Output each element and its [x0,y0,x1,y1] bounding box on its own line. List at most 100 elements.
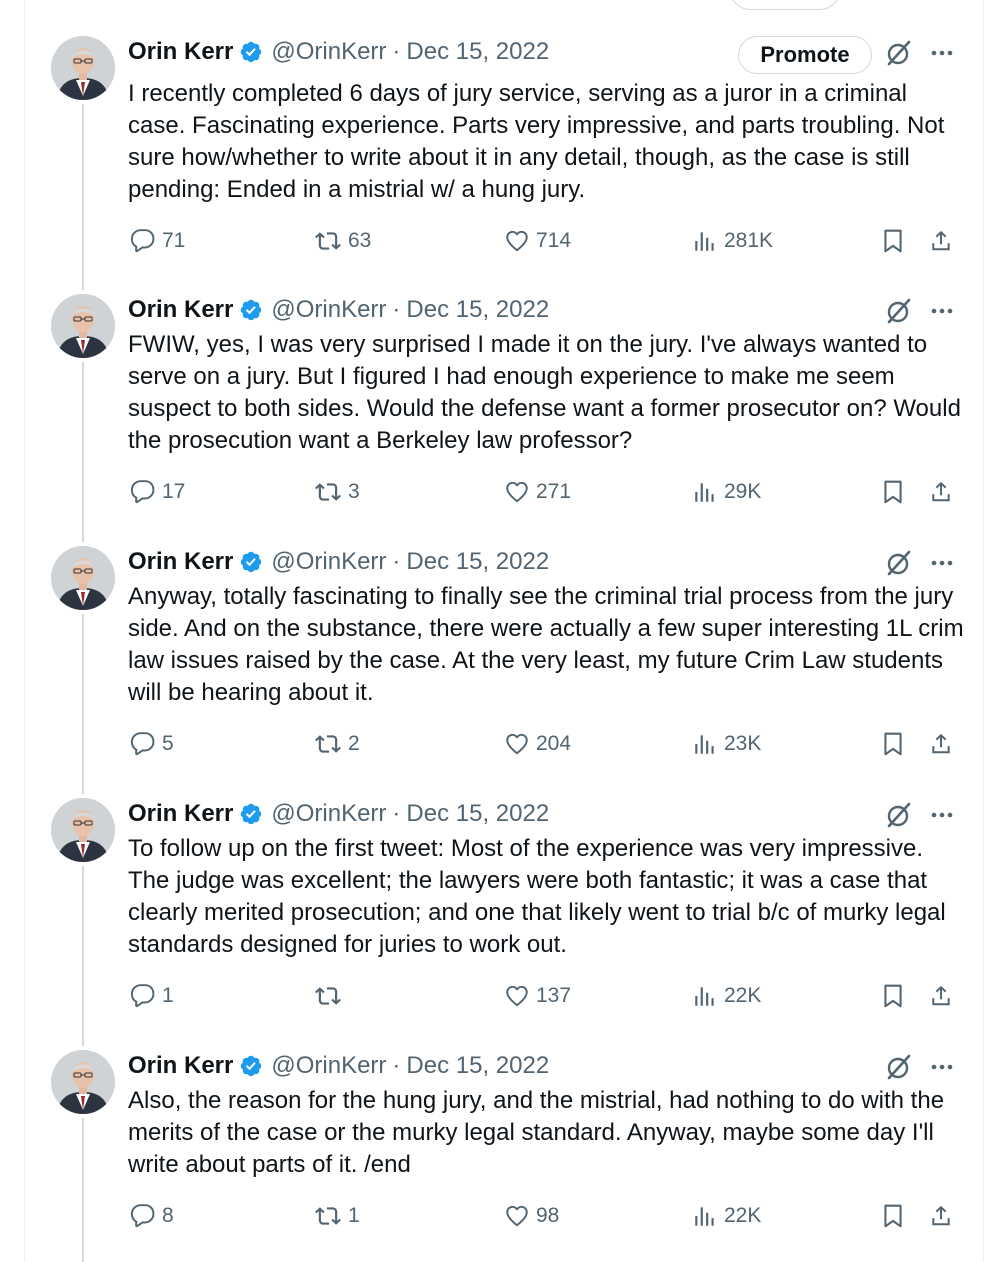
repost-button[interactable]: 2 [314,729,360,759]
grok-icon[interactable] [884,800,914,830]
like-count: 137 [536,984,572,1007]
repost-count: 3 [348,480,360,503]
avatar[interactable] [51,294,115,358]
bookmark-icon [884,732,902,756]
bookmark-button[interactable] [880,477,906,507]
reply-button[interactable]: 71 [130,226,185,256]
views-button[interactable]: 22K [692,1201,761,1231]
avatar[interactable] [51,546,115,610]
reply-count: 1 [162,984,174,1007]
share-button[interactable] [928,729,954,759]
share-button[interactable] [928,477,954,507]
share-button[interactable] [928,1201,954,1231]
reply-button[interactable]: 1 [130,981,174,1011]
views-button[interactable]: 22K [692,981,761,1011]
bookmark-button[interactable] [880,729,906,759]
views-button[interactable]: 29K [692,477,761,507]
reply-icon [130,480,155,504]
like-button[interactable]: 271 [504,477,571,507]
avatar[interactable] [51,36,115,100]
author-handle[interactable]: @OrinKerr [271,548,386,576]
author-name[interactable]: Orin Kerr [128,1052,233,1080]
like-icon [506,1205,528,1227]
tweet-date[interactable]: Dec 15, 2022 [406,1052,549,1080]
tweet-date[interactable]: Dec 15, 2022 [406,38,549,66]
tweet-actions: 17 3 271 29K [0,477,1004,507]
share-icon [932,481,950,502]
like-count: 271 [536,480,572,503]
reply-button[interactable]: 5 [130,729,174,759]
bookmark-button[interactable] [880,226,906,256]
top-button-partial[interactable] [730,0,840,10]
reply-count: 71 [162,229,186,252]
verified-badge-icon[interactable] [239,1054,263,1078]
separator-dot: · [392,1052,401,1079]
thread-line [82,104,84,290]
verified-badge-icon[interactable] [239,802,263,826]
repost-icon [315,987,341,1005]
repost-count: 2 [348,732,360,755]
author-name[interactable]: Orin Kerr [128,800,233,828]
author-handle[interactable]: @OrinKerr [271,800,386,828]
repost-button[interactable]: 63 [314,226,371,256]
grok-icon[interactable] [884,38,914,68]
more-icon[interactable] [928,296,956,326]
bookmark-button[interactable] [880,981,906,1011]
avatar[interactable] [51,1050,115,1114]
more-icon[interactable] [928,548,956,578]
author-handle[interactable]: @OrinKerr [271,38,386,66]
author-name[interactable]: Orin Kerr [128,548,233,576]
like-button[interactable]: 137 [504,981,571,1011]
tweet-date[interactable]: Dec 15, 2022 [406,800,549,828]
reply-icon [130,732,155,756]
author-handle[interactable]: @OrinKerr [271,1052,386,1080]
grok-icon[interactable] [884,1052,914,1082]
like-button[interactable]: 714 [504,226,571,256]
views-icon [695,987,714,1006]
repost-button[interactable]: 3 [314,477,360,507]
like-button[interactable]: 98 [504,1201,559,1231]
repost-icon [315,483,341,501]
author-name[interactable]: Orin Kerr [128,38,233,66]
reply-button[interactable]: 8 [130,1201,174,1231]
column-border-left [24,0,25,1262]
repost-icon [315,735,341,753]
verified-badge-icon[interactable] [239,550,263,574]
reply-button[interactable]: 17 [130,477,185,507]
more-icon[interactable] [928,800,956,830]
bookmark-button[interactable] [880,1201,906,1231]
like-button[interactable]: 204 [504,729,571,759]
like-icon [506,985,528,1007]
separator-dot: · [392,548,401,575]
promote-button[interactable]: Promote [738,36,872,74]
repost-count: 1 [348,1204,360,1227]
view-count: 22K [724,984,762,1007]
tweet-text: To follow up on the first tweet: Most of… [128,835,946,958]
reply-count: 17 [162,480,186,503]
more-icon[interactable] [928,38,956,68]
author-name[interactable]: Orin Kerr [128,296,233,324]
separator-dot: · [392,800,401,827]
reply-icon [130,1204,155,1228]
share-button[interactable] [928,226,954,256]
share-icon [932,733,950,754]
repost-button[interactable]: 1 [314,1201,360,1231]
verified-badge-icon[interactable] [239,298,263,322]
verified-badge-icon[interactable] [239,40,263,64]
views-button[interactable]: 23K [692,729,761,759]
more-icon[interactable] [928,1052,956,1082]
share-icon [932,230,950,251]
view-count: 281K [724,229,774,252]
repost-button[interactable] [314,981,348,1011]
author-handle[interactable]: @OrinKerr [271,296,386,324]
views-icon [695,232,714,251]
like-icon [506,481,528,503]
tweet-date[interactable]: Dec 15, 2022 [406,296,549,324]
grok-icon[interactable] [884,548,914,578]
tweet-date[interactable]: Dec 15, 2022 [406,548,549,576]
reply-icon [130,984,155,1008]
views-button[interactable]: 281K [692,226,773,256]
grok-icon[interactable] [884,296,914,326]
share-button[interactable] [928,981,954,1011]
avatar[interactable] [51,798,115,862]
